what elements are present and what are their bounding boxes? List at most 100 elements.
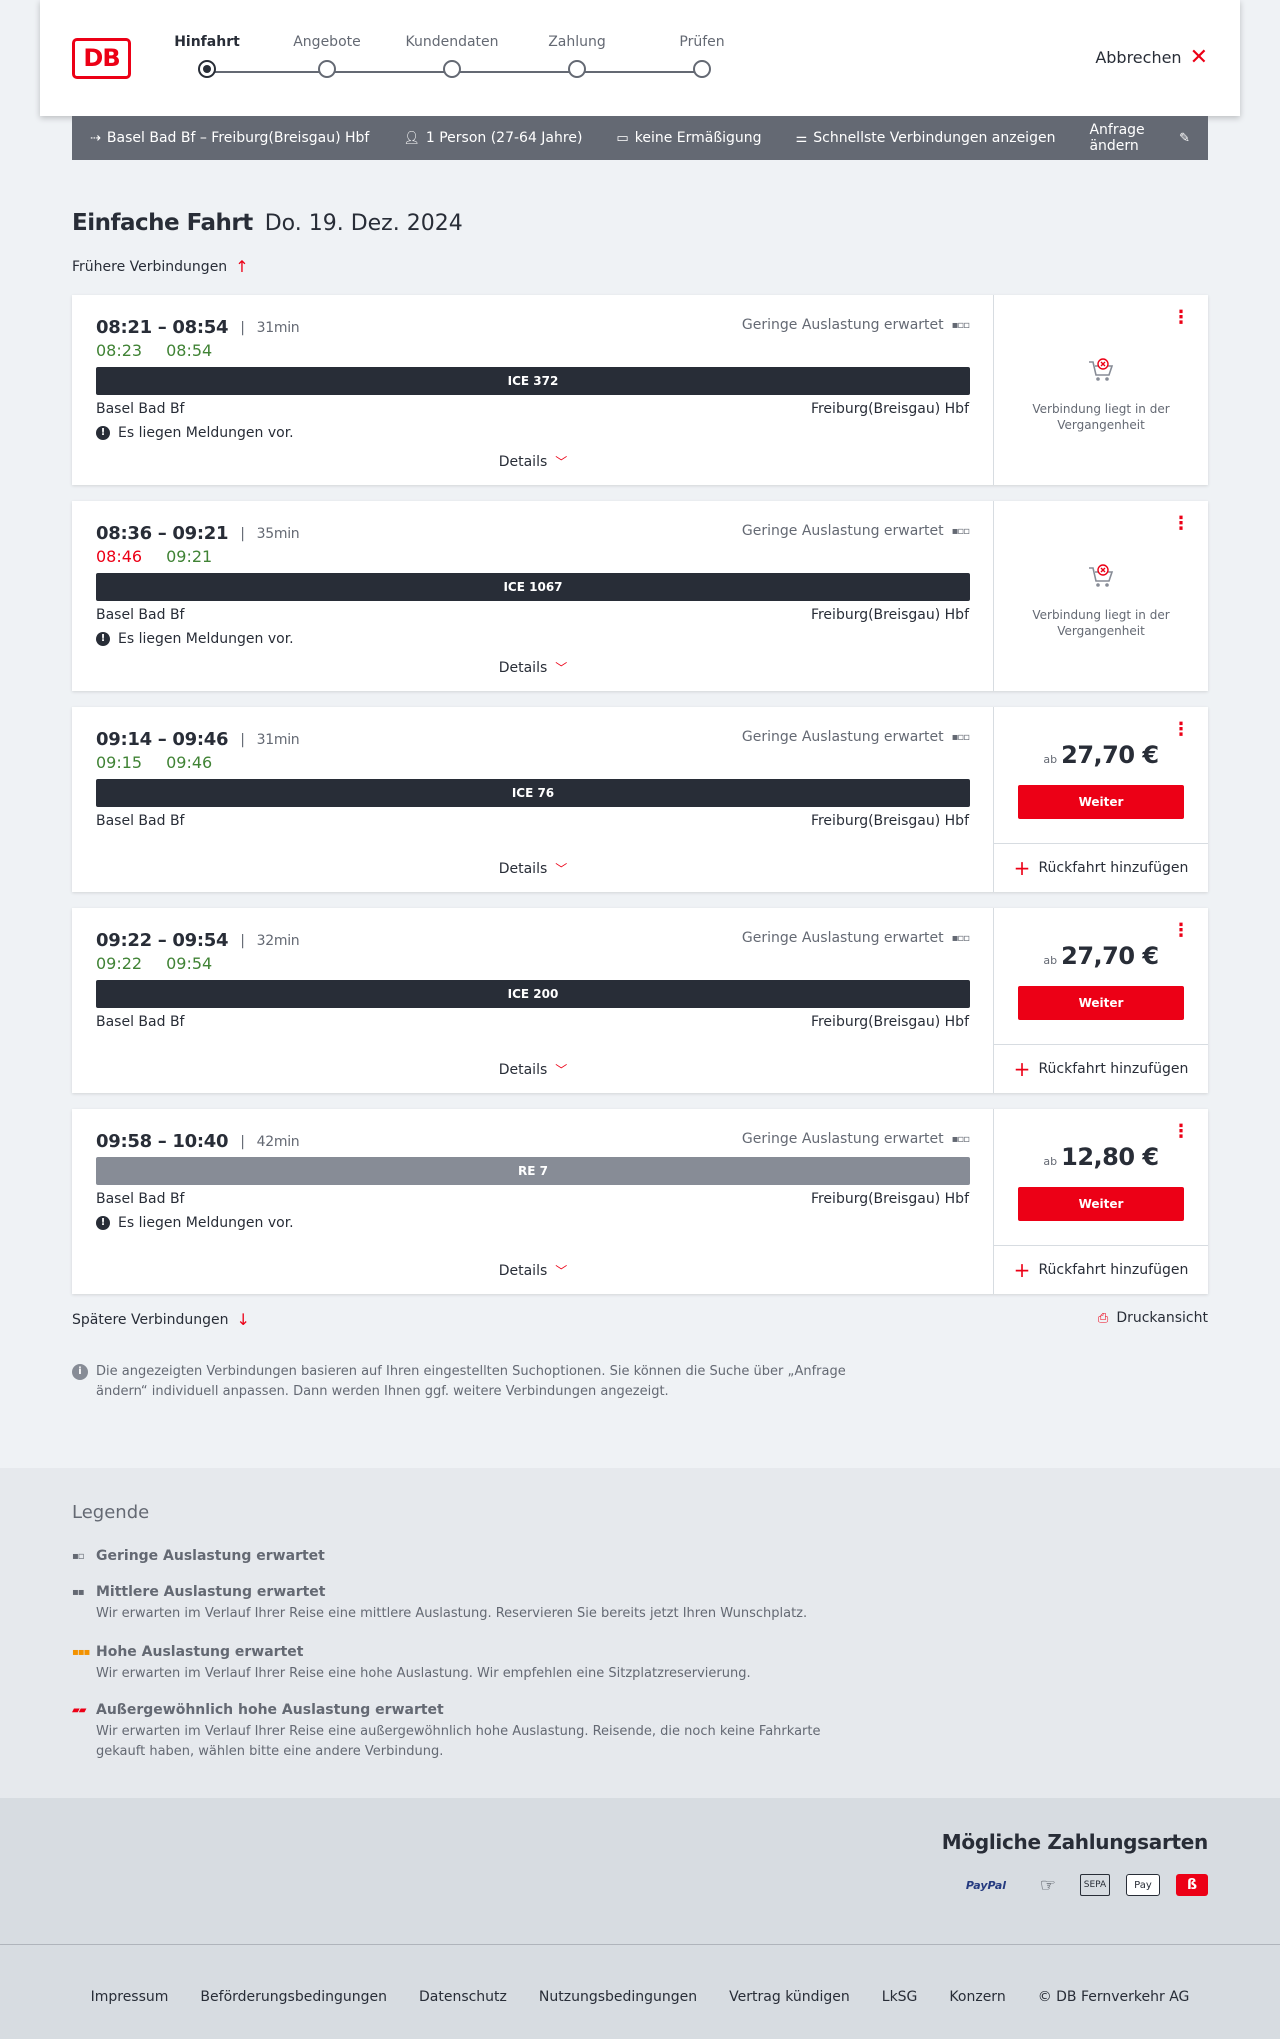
legend-item-title: Außergewöhnlich hohe Auslastung erwartet <box>96 1702 444 1718</box>
realtime-times: 08:23 08:54 <box>96 341 212 360</box>
connection-times: 09:22 – 09:54 | 32min <box>96 930 300 951</box>
header: DB Hinfahrt Angebote Kundendaten Zahlung… <box>40 0 1240 116</box>
more-options-icon[interactable]: ⋮ <box>1172 309 1190 327</box>
separator: | <box>240 1133 245 1150</box>
past-connection-text: Verbindung liegt in der Vergangenheit <box>1032 402 1170 432</box>
connection-main[interactable]: 09:14 – 09:46 | 31min 09:15 09:46 Gering… <box>72 707 994 892</box>
load-low-icon: ▪▫ <box>72 1550 85 1562</box>
pencil-icon: ✎ <box>1179 130 1190 146</box>
realtime-arrival: 09:46 <box>166 753 213 772</box>
load-label: Geringe Auslastung erwartet <box>741 317 944 333</box>
details-toggle[interactable]: Details ﹀ <box>72 659 994 676</box>
footer-link-vertrag-kuendigen[interactable]: Vertrag kündigen <box>729 1989 850 2005</box>
notice-text: Es liegen Meldungen vor. <box>118 1215 294 1231</box>
planned-times: 08:36 – 09:21 <box>96 523 229 544</box>
load-info[interactable]: Geringe Auslastung erwartet ▪▫▫ <box>741 317 970 333</box>
realtime-departure: 09:22 <box>96 954 143 973</box>
option-summary[interactable]: ⚌ Schnellste Verbindungen anzeigen <box>796 130 1056 146</box>
step-label: Prüfen <box>679 34 725 50</box>
route-summary[interactable]: ⇢ Basel Bad Bf – Freiburg(Breisgau) Hbf <box>90 130 369 146</box>
connection-card: 09:14 – 09:46 | 31min 09:15 09:46 Gering… <box>72 707 1208 892</box>
planned-times: 08:21 – 08:54 <box>96 317 229 338</box>
connection-main[interactable]: 09:22 – 09:54 | 32min 09:22 09:54 Gering… <box>72 908 994 1093</box>
more-options-icon[interactable]: ⋮ <box>1172 721 1190 739</box>
notice-text: Es liegen Meldungen vor. <box>118 425 294 441</box>
payment-icons: PayPal ☞ SEPA Pay ß <box>956 1874 1208 1896</box>
price-prefix: ab <box>1043 753 1058 766</box>
add-return-button[interactable]: + Rückfahrt hinzufügen <box>994 1044 1208 1093</box>
price-value: 27,70 € <box>1061 741 1159 769</box>
details-toggle[interactable]: Details ﹀ <box>72 1262 994 1279</box>
plus-icon: + <box>1013 1258 1031 1282</box>
footer-link-befoerderungsbedingungen[interactable]: Beförderungsbedingungen <box>200 1989 387 2005</box>
option-label: Schnellste Verbindungen anzeigen <box>813 130 1056 146</box>
db-logo[interactable]: DB <box>72 38 131 79</box>
add-return-label: Rückfahrt hinzufügen <box>1038 1061 1189 1077</box>
legend-item-head: ▪▪ Mittlere Auslastung erwartet <box>72 1584 852 1600</box>
paypal-icon: PayPal <box>965 1878 1007 1892</box>
search-summary-bar: ⇢ Basel Bad Bf – Freiburg(Breisgau) Hbf … <box>72 116 1208 160</box>
load-info[interactable]: Geringe Auslastung erwartet ▪▫▫ <box>742 1131 970 1147</box>
more-options-icon[interactable]: ⋮ <box>1172 1123 1190 1141</box>
add-return-button[interactable]: + Rückfahrt hinzufügen <box>994 843 1208 892</box>
footer-link-nutzungsbedingungen[interactable]: Nutzungsbedingungen <box>539 1989 697 2005</box>
travellers-summary[interactable]: 👤︎ 1 Person (27-64 Jahre) <box>403 130 582 146</box>
train-bar[interactable]: ICE 76 <box>96 779 970 807</box>
details-toggle[interactable]: Details ﹀ <box>72 1061 994 1078</box>
duration: 42min <box>256 1133 300 1150</box>
more-options-icon[interactable]: ⋮ <box>1172 922 1190 940</box>
earlier-connections-link[interactable]: Frühere Verbindungen ↑ <box>72 257 249 276</box>
destination-station: Freiburg(Breisgau) Hbf <box>810 401 969 417</box>
connection-main[interactable]: 09:58 – 10:40 | 42min Geringe Auslastung… <box>72 1109 994 1294</box>
cancel-label: Abbrechen <box>1095 48 1182 67</box>
step-label: Kundendaten <box>405 34 499 50</box>
footer-link-konzern[interactable]: Konzern <box>949 1989 1005 2005</box>
footer-link-lksg[interactable]: LkSG <box>882 1989 918 2005</box>
train-bar[interactable]: ICE 372 <box>96 367 970 395</box>
page-title: Einfache Fahrt Do. 19. Dez. 2024 <box>72 210 463 236</box>
load-info[interactable]: Geringe Auslastung erwartet ▪▫▫ <box>742 729 970 745</box>
realtime-departure-delayed: 08:46 <box>96 547 143 566</box>
add-return-label: Rückfahrt hinzufügen <box>1038 860 1189 876</box>
train-bar[interactable]: ICE 200 <box>96 980 970 1008</box>
continue-button[interactable]: Weiter <box>1018 1187 1184 1221</box>
alert-icon: ! <box>96 426 110 440</box>
realtime-times: 09:22 09:54 <box>96 954 212 973</box>
load-info[interactable]: Geringe Auslastung erwartet ▪▫▫ <box>742 523 970 539</box>
continue-button[interactable]: Weiter <box>1018 785 1184 819</box>
connection-card: 09:58 – 10:40 | 42min Geringe Auslastung… <box>72 1109 1208 1294</box>
step-angebote: Angebote <box>272 34 382 78</box>
more-options-icon[interactable]: ⋮ <box>1172 515 1190 533</box>
step-label: Zahlung <box>548 34 606 50</box>
chevron-down-icon: ﹀ <box>555 661 568 675</box>
add-return-button[interactable]: + Rückfahrt hinzufügen <box>994 1245 1208 1294</box>
legend-item-title: Geringe Auslastung erwartet <box>96 1548 325 1564</box>
footer-link-impressum[interactable]: Impressum <box>91 1989 169 2005</box>
notice-text: Es liegen Meldungen vor. <box>118 631 294 647</box>
continue-button[interactable]: Weiter <box>1018 986 1184 1020</box>
trip-date: Do. 19. Dez. 2024 <box>264 211 463 236</box>
connection-times: 09:14 – 09:46 | 31min <box>96 729 300 750</box>
details-toggle[interactable]: Details ﹀ <box>72 860 994 877</box>
discount-summary[interactable]: ▭ keine Ermäßigung <box>616 130 761 146</box>
chevron-down-icon: ﹀ <box>555 1264 568 1278</box>
cancel-button[interactable]: Abbrechen ✕ <box>1095 46 1208 68</box>
details-toggle[interactable]: Details ﹀ <box>72 453 994 470</box>
change-request-button[interactable]: Anfrage ändern ✎ <box>1089 122 1190 154</box>
step-dot <box>693 60 711 78</box>
train-bar[interactable]: RE 7 <box>96 1157 970 1185</box>
info-note: i Die angezeigten Verbindungen basieren … <box>72 1362 852 1402</box>
step-zahlung: Zahlung <box>522 34 632 78</box>
later-connections-link[interactable]: Spätere Verbindungen ↓ <box>72 1310 250 1329</box>
connection-main[interactable]: 08:21 – 08:54 | 31min 08:23 08:54 Gering… <box>72 295 994 485</box>
connection-main[interactable]: 08:36 – 09:21 | 35min 08:46 09:21 Gering… <box>72 501 994 691</box>
load-info[interactable]: Geringe Auslastung erwartet ▪▫▫ <box>742 930 970 946</box>
step-kundendaten: Kundendaten <box>397 34 507 78</box>
footer-link-datenschutz[interactable]: Datenschutz <box>419 1989 507 2005</box>
legend-item-low: ▪▫ Geringe Auslastung erwartet <box>72 1548 852 1564</box>
legend-item-text: Wir erwarten im Verlauf Ihrer Reise eine… <box>96 1606 808 1621</box>
print-view-link[interactable]: ⎙ Druckansicht <box>1098 1310 1208 1326</box>
origin-station: Basel Bad Bf <box>96 401 185 417</box>
train-bar[interactable]: ICE 1067 <box>96 573 970 601</box>
connection-offer: ⋮ Verbindung liegt in der Vergangenheit <box>994 501 1208 691</box>
